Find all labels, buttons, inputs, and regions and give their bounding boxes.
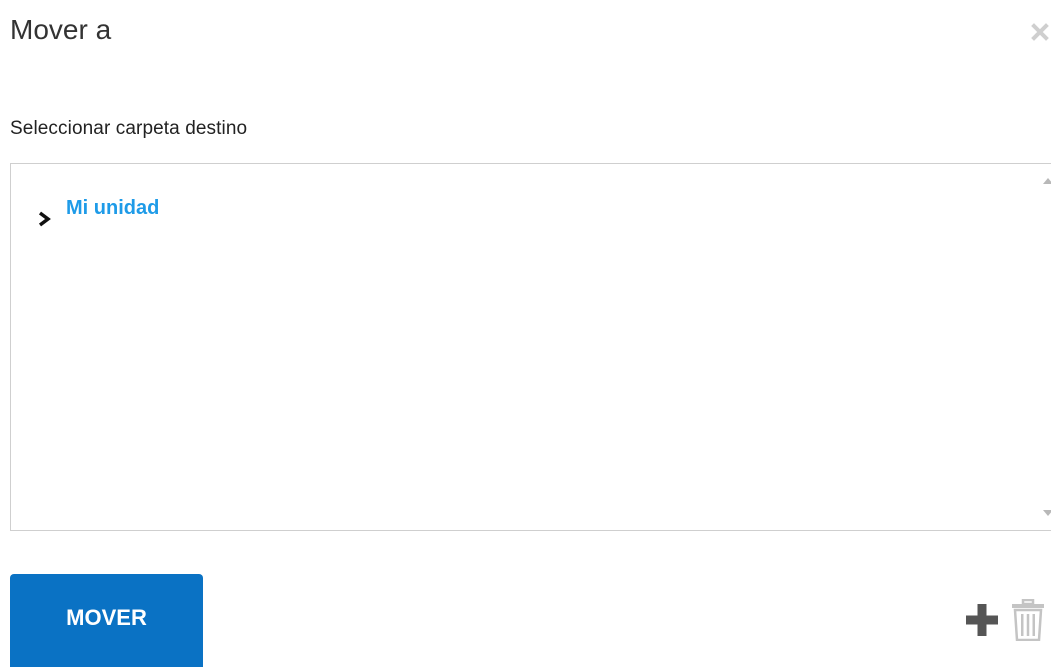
section-label: Seleccionar carpeta destino (10, 118, 248, 139)
chevron-right-icon[interactable] (37, 211, 53, 227)
tree-scrollbar[interactable] (1037, 164, 1051, 530)
plus-icon[interactable] (966, 604, 998, 636)
scroll-up-arrow-icon[interactable] (1043, 178, 1051, 184)
folder-tree[interactable]: Mi unidad (10, 163, 1051, 531)
dialog-title: Mover a (10, 14, 112, 45)
close-icon[interactable] (1030, 22, 1050, 42)
move-to-dialog: Mover a Seleccionar carpeta destino Mi u… (0, 0, 1051, 667)
tree-node-label[interactable]: Mi unidad (66, 197, 159, 220)
trash-icon[interactable] (1010, 598, 1046, 642)
scroll-down-arrow-icon[interactable] (1043, 510, 1051, 516)
move-button[interactable]: MOVER (10, 574, 203, 667)
